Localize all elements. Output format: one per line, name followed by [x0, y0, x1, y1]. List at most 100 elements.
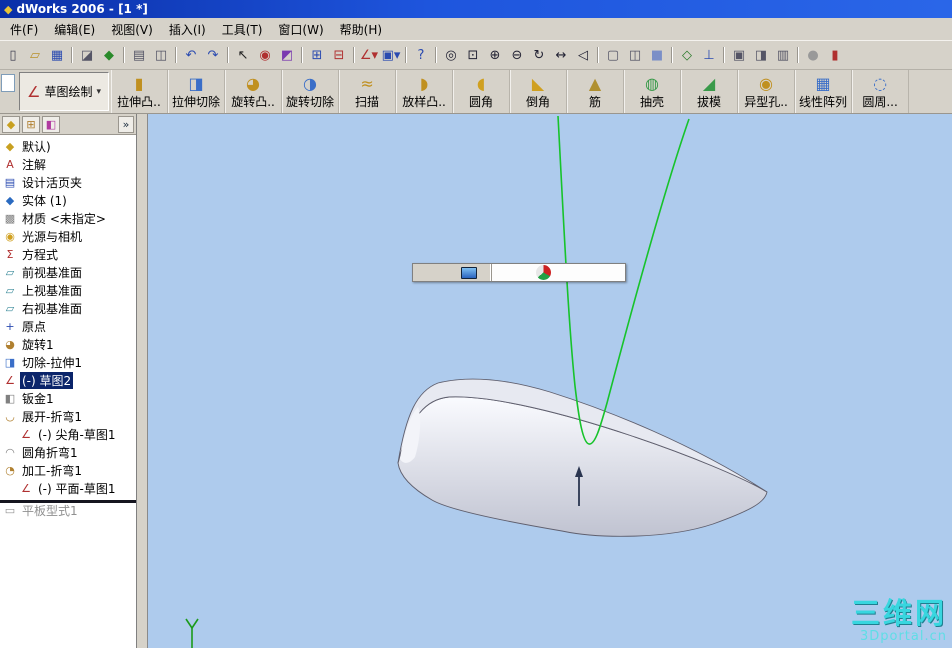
toolbar-combo-stub[interactable]	[1, 74, 15, 92]
feature-loft[interactable]: ◗ 放样凸..	[396, 70, 454, 113]
tree-item-revolve1[interactable]: ◕ 旋转1	[0, 335, 136, 353]
view-orientation-icon[interactable]: ◇	[671, 44, 698, 66]
menu-file[interactable]: 件(F)	[2, 19, 46, 40]
select-icon[interactable]: ↖	[227, 44, 254, 66]
menu-insert[interactable]: 插入(I)	[161, 19, 214, 40]
tree-item-top-plane[interactable]: ▱ 上视基准面	[0, 281, 136, 299]
texture-icon[interactable]: ⊞	[301, 44, 328, 66]
viewport[interactable]: 三维网 3Dportal.cn	[148, 114, 952, 648]
feature-shell[interactable]: ◍ 抽壳	[624, 70, 682, 113]
property-manager-tab[interactable]: ⊞	[22, 115, 40, 133]
tree-item-round-bend1[interactable]: ◠ 圆角折弯1	[0, 443, 136, 461]
tree-item-sheet-metal1[interactable]: ◧ 钣金1	[0, 389, 136, 407]
tree-item-label: 钣金1	[22, 391, 54, 406]
tree-item-icon: ◆	[5, 193, 15, 207]
panel-tab-strip: ◆ ⊞ ◧ »	[0, 114, 136, 135]
feature-sweep[interactable]: ≈ 扫描	[339, 70, 397, 113]
new-document-icon[interactable]: ▯	[2, 44, 24, 66]
feature-linear-pattern[interactable]: ▦ 线性阵列	[795, 70, 853, 113]
feature-extrude-cut[interactable]: ◨ 拉伸切除	[168, 70, 226, 113]
tile-window-icon[interactable]: ▣	[723, 44, 750, 66]
print-preview-icon[interactable]: ◫	[150, 44, 172, 66]
tree-item-label: 圆角折弯1	[22, 445, 78, 460]
menu-window[interactable]: 窗口(W)	[270, 19, 331, 40]
configuration-manager-tab[interactable]: ◧	[42, 115, 60, 133]
open-icon[interactable]: ▱	[24, 44, 46, 66]
feature-rib[interactable]: ▲ 筋	[567, 70, 625, 113]
menu-help[interactable]: 帮助(H)	[332, 19, 390, 40]
tree-item-label: 旋转1	[22, 337, 54, 352]
edit-color-icon[interactable]: ◩	[276, 44, 298, 66]
wireframe-icon[interactable]: ▢	[597, 44, 624, 66]
feature-icon: ◌	[873, 73, 888, 93]
feature-manager-tab[interactable]: ◆	[2, 115, 20, 133]
options-icon[interactable]: ⊟	[328, 44, 350, 66]
help-icon[interactable]: ?	[405, 44, 432, 66]
tree-item-flat-sketch1[interactable]: ∠ (-) 平面-草图1	[0, 479, 136, 497]
tree-item-material[interactable]: ▩ 材质 <未指定>	[0, 209, 136, 227]
feature-label: 圆周...	[862, 94, 898, 109]
undo-icon[interactable]: ↶	[175, 44, 202, 66]
pan-icon[interactable]: ↔	[550, 44, 572, 66]
tree-item-sketch2[interactable]: ∠ (-) 草图2	[0, 371, 136, 389]
tree-item-icon: Σ	[6, 247, 14, 261]
rebuild-icon[interactable]: ◉	[254, 44, 276, 66]
previous-view-icon[interactable]: ◁	[572, 44, 594, 66]
make-assembly-icon[interactable]: ◆	[98, 44, 120, 66]
feature-circular-pattern[interactable]: ◌ 圆周...	[852, 70, 910, 113]
tree-item-solid-bodies[interactable]: ◆ 实体 (1)	[0, 191, 136, 209]
panel-collapse-button[interactable]: »	[118, 115, 134, 133]
print-icon[interactable]: ▤	[123, 44, 150, 66]
sketch-dropdown-icon[interactable]: ∠▾	[353, 44, 380, 66]
sheet-metal-model[interactable]	[397, 378, 768, 537]
tree-item-right-plane[interactable]: ▱ 右视基准面	[0, 299, 136, 317]
make-drawing-icon[interactable]: ◪	[71, 44, 98, 66]
floating-window[interactable]	[412, 263, 626, 282]
sketch-button[interactable]: ∠ 草图绘制 ▾	[19, 72, 109, 111]
zoom-area-icon[interactable]: ⊡	[462, 44, 484, 66]
tree-item-flat-pattern1[interactable]: ▭ 平板型式1	[0, 500, 136, 518]
menu-view[interactable]: 视图(V)	[103, 19, 161, 40]
feature-chamfer[interactable]: ◣ 倒角	[510, 70, 568, 113]
feature-draft[interactable]: ◢ 拔模	[681, 70, 739, 113]
feature-hole-wizard[interactable]: ◉ 异型孔..	[738, 70, 796, 113]
feature-revolve-cut[interactable]: ◑ 旋转切除	[282, 70, 340, 113]
partial-toolbar-icon[interactable]: ▮	[824, 44, 846, 66]
menu-edit[interactable]: 编辑(E)	[46, 19, 103, 40]
tree-item-annotations[interactable]: A 注解	[0, 155, 136, 173]
reference-dropdown-icon[interactable]: ▣▾	[380, 44, 402, 66]
feature-revolve-boss[interactable]: ◕ 旋转凸..	[225, 70, 283, 113]
tree-item-label: 加工-折弯1	[22, 463, 82, 478]
tree-item-sharp-sketch1[interactable]: ∠ (-) 尖角-草图1	[0, 425, 136, 443]
tree-item-icon: ▤	[4, 175, 16, 189]
tree-item-front-plane[interactable]: ▱ 前视基准面	[0, 263, 136, 281]
tree-item-flatten-bends1[interactable]: ◡ 展开-折弯1	[0, 407, 136, 425]
tree-item-part[interactable]: ◆ 默认)	[0, 137, 136, 155]
feature-fillet[interactable]: ◖ 圆角	[453, 70, 511, 113]
shaded-icon[interactable]: ■	[646, 44, 668, 66]
normal-to-icon[interactable]: ⊥	[698, 44, 720, 66]
tree-item-cut-extrude1[interactable]: ◨ 切除-拉伸1	[0, 353, 136, 371]
feature-extrude-boss[interactable]: ▮ 拉伸凸..	[111, 70, 168, 113]
panel-divider[interactable]	[137, 114, 148, 648]
zoom-out-icon[interactable]: ⊖	[506, 44, 528, 66]
tree-item-lights-cameras[interactable]: ◉ 光源与相机	[0, 227, 136, 245]
feature-icon: ◢	[702, 73, 716, 93]
save-icon[interactable]: ▦	[46, 44, 68, 66]
hidden-lines-icon[interactable]: ◫	[624, 44, 646, 66]
rotate-view-icon[interactable]: ↻	[528, 44, 550, 66]
split-window-icon[interactable]: ◨	[750, 44, 772, 66]
tree-item-equations[interactable]: Σ 方程式	[0, 245, 136, 263]
zoom-in-icon[interactable]: ⊕	[484, 44, 506, 66]
record-icon[interactable]: ●	[797, 44, 824, 66]
tree-item-origin[interactable]: + 原点	[0, 317, 136, 335]
menu-tools[interactable]: 工具(T)	[214, 19, 271, 40]
tree-item-process-bends1[interactable]: ◔ 加工-折弯1	[0, 461, 136, 479]
tree-item-design-binder[interactable]: ▤ 设计活页夹	[0, 173, 136, 191]
zoom-fit-icon[interactable]: ◎	[435, 44, 462, 66]
full-screen-icon[interactable]: ▥	[772, 44, 794, 66]
feature-tree: ◆ 默认) A 注解 ▤ 设计活页夹 ◆ 实体 (1) ▩ 材质 <未指定> ◉…	[0, 135, 136, 648]
floating-window-right	[492, 264, 625, 281]
chevron-down-icon[interactable]: ▾	[96, 87, 101, 97]
redo-icon[interactable]: ↷	[202, 44, 224, 66]
